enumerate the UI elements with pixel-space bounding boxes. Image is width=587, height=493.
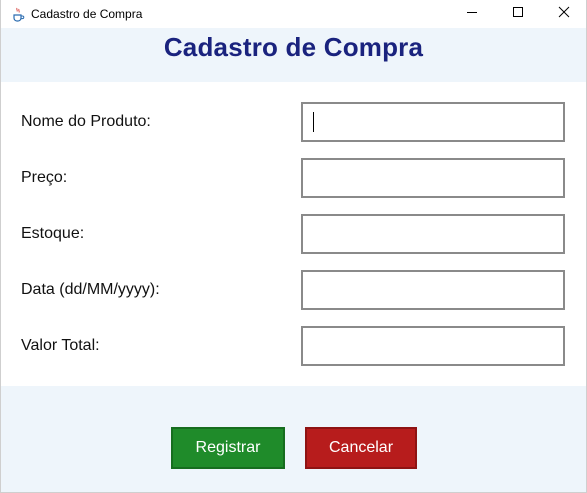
minimize-icon <box>466 5 478 23</box>
title-bar[interactable]: Cadastro de Compra <box>1 0 586 28</box>
button-bar: Registrar Cancelar <box>1 386 586 492</box>
cancel-button[interactable]: Cancelar <box>305 427 417 469</box>
maximize-icon <box>512 5 524 23</box>
price-field[interactable] <box>301 158 565 198</box>
purchase-form: Nome do Produto: Preço: Estoque: Data (d… <box>1 82 586 386</box>
close-icon <box>558 5 570 23</box>
register-button[interactable]: Registrar <box>171 427 285 469</box>
minimize-button[interactable] <box>449 0 495 28</box>
product-name-field[interactable] <box>301 102 565 142</box>
page-title: Cadastro de Compra <box>163 32 424 62</box>
java-app-icon <box>10 6 26 22</box>
stock-label: Estoque: <box>21 225 85 242</box>
total-value-field[interactable] <box>301 326 565 366</box>
stock-field[interactable] <box>301 214 565 254</box>
window-title: Cadastro de Compra <box>31 7 143 21</box>
date-field[interactable] <box>301 270 565 310</box>
app-window: Cadastro de Compra Cadastro de Compra No… <box>0 0 587 493</box>
total-value-label: Valor Total: <box>21 337 100 354</box>
product-name-label: Nome do Produto: <box>21 113 151 130</box>
maximize-button[interactable] <box>495 0 541 28</box>
text-caret <box>313 112 314 132</box>
form-header: Cadastro de Compra <box>1 28 586 82</box>
close-button[interactable] <box>541 0 587 28</box>
date-label: Data (dd/MM/yyyy): <box>21 281 160 298</box>
price-label: Preço: <box>21 169 68 186</box>
